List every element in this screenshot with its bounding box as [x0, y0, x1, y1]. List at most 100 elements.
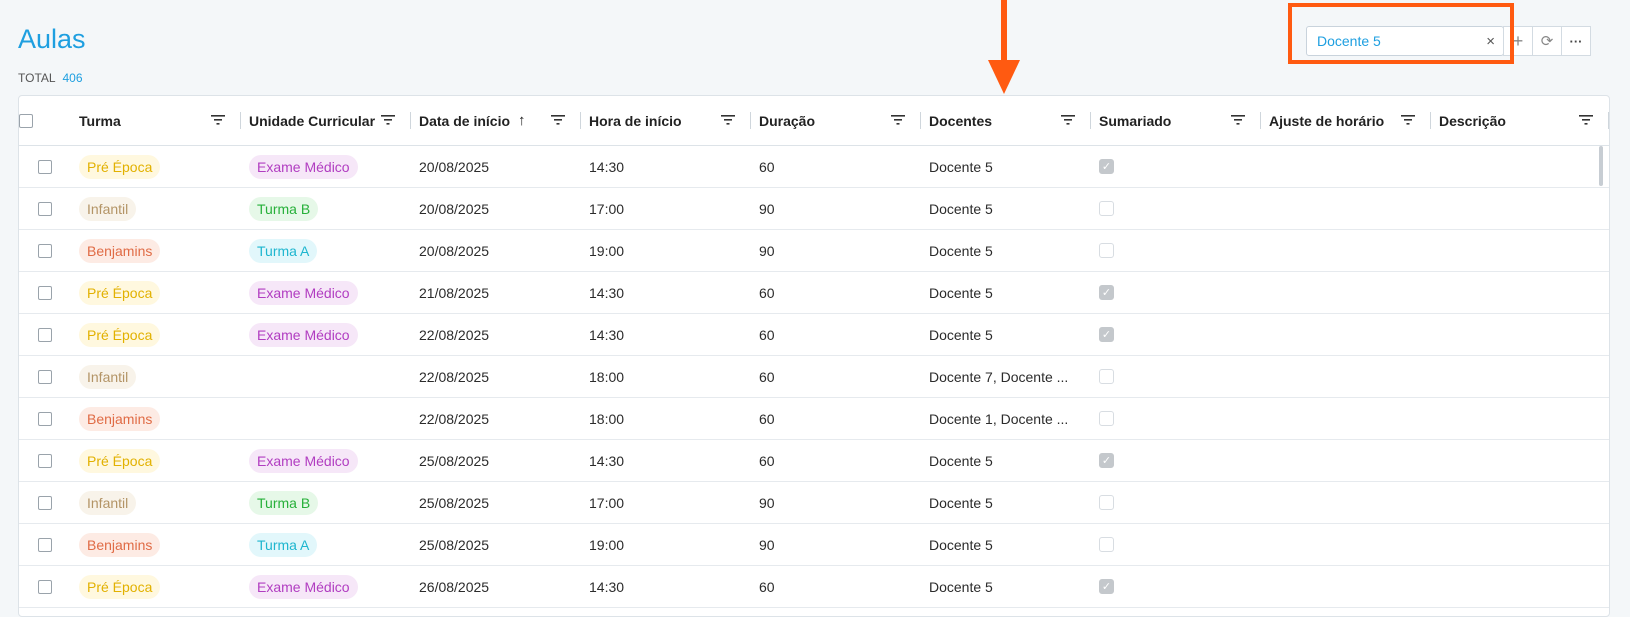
row-checkbox[interactable] [38, 201, 52, 216]
column-docentes-header[interactable]: Docentes [921, 96, 1091, 145]
date-cell: 25/08/2025 [411, 482, 581, 523]
descricao-cell [1431, 146, 1609, 187]
column-label: Data de início [419, 112, 511, 129]
row-checkbox[interactable] [38, 579, 52, 594]
time-cell: 14:30 [581, 440, 751, 481]
time-cell-value: 19:00 [589, 242, 625, 259]
uc-tag: Exame Médico [249, 448, 358, 473]
add-button[interactable]: + [1503, 26, 1533, 56]
duration-cell: 90 [751, 230, 921, 271]
column-divider[interactable] [1608, 112, 1609, 129]
row-checkbox[interactable] [38, 243, 52, 258]
search-field[interactable]: × [1306, 26, 1504, 56]
filter-icon[interactable] [721, 113, 735, 129]
table-row[interactable]: Pré Época Exame Médico 21/08/2025 14:30 60 Do… [19, 272, 1609, 314]
row-select-cell [19, 524, 71, 565]
date-cell-value: 20/08/2025 [419, 242, 490, 259]
table-row[interactable]: Infantil Turma B 20/08/2025 17:00 90 Docente … [19, 188, 1609, 230]
column-label: Duração [759, 112, 816, 129]
sumariado-cell: ✓ [1091, 314, 1261, 355]
row-checkbox[interactable] [38, 453, 52, 468]
table-row[interactable]: Pré Época Exame Médico 20/08/2025 14:30 60 Do… [19, 146, 1609, 188]
column-sumariado-header[interactable]: Sumariado [1091, 96, 1261, 145]
column-data-inicio-header[interactable]: Data de início ↑ [411, 96, 581, 145]
time-cell-value: 14:30 [589, 326, 625, 343]
row-checkbox[interactable] [38, 411, 52, 426]
select-all-checkbox[interactable] [19, 113, 33, 128]
clear-search-icon[interactable]: × [1486, 33, 1495, 50]
sumariado-checkbox [1099, 243, 1114, 258]
turma-cell: Benjamins [71, 230, 241, 271]
table-row[interactable]: Infantil 22/08/2025 18:00 60 Docente 7, Doce… [19, 356, 1609, 398]
uc-tag: Turma B [249, 196, 319, 221]
filter-icon[interactable] [1231, 113, 1245, 129]
column-hora-inicio-header[interactable]: Hora de início [581, 96, 751, 145]
row-select-cell [19, 230, 71, 271]
time-cell-value: 17:00 [589, 200, 625, 217]
time-cell-value: 14:30 [589, 284, 625, 301]
date-cell: 20/08/2025 [411, 146, 581, 187]
table-row[interactable]: Benjamins Turma A 20/08/2025 19:00 90 Docente… [19, 230, 1609, 272]
filter-icon[interactable] [1061, 113, 1075, 129]
duration-cell: 60 [751, 398, 921, 439]
column-descricao-header[interactable]: Descrição [1431, 96, 1609, 145]
sort-ascending-icon[interactable]: ↑ [518, 112, 526, 129]
filter-icon[interactable] [1579, 113, 1593, 129]
table-row[interactable]: Pré Época Exame Médico 25/08/2025 14:30 60 Do… [19, 440, 1609, 482]
ajuste-cell [1261, 146, 1431, 187]
row-checkbox[interactable] [38, 159, 52, 174]
row-checkbox[interactable] [38, 285, 52, 300]
duration-cell-value: 60 [759, 578, 775, 595]
duration-cell: 60 [751, 272, 921, 313]
duration-cell: 60 [751, 440, 921, 481]
turma-tag: Benjamins [79, 532, 161, 557]
column-turma-header[interactable]: Turma [71, 96, 241, 145]
turma-cell: Pré Época [71, 146, 241, 187]
filter-icon[interactable] [381, 113, 395, 129]
sumariado-checkbox [1099, 495, 1114, 510]
docentes-cell-value: Docente 5 [929, 536, 993, 553]
time-cell-value: 14:30 [589, 578, 625, 595]
uc-cell: Exame Médico [241, 440, 411, 481]
more-options-button[interactable]: ··· [1561, 26, 1591, 56]
ajuste-cell [1261, 524, 1431, 565]
time-cell: 14:30 [581, 314, 751, 355]
row-checkbox[interactable] [38, 327, 52, 342]
duration-cell-value: 90 [759, 242, 775, 259]
filter-icon[interactable] [891, 113, 905, 129]
uc-cell: Exame Médico [241, 566, 411, 607]
descricao-cell [1431, 356, 1609, 397]
vertical-scrollbar[interactable] [1599, 146, 1603, 186]
column-unidade-curricular-header[interactable]: Unidade Curricular [241, 96, 411, 145]
column-label: Descrição [1439, 112, 1506, 129]
uc-tag: Exame Médico [249, 154, 358, 179]
table-row[interactable]: Benjamins Turma A 25/08/2025 19:00 90 Docente… [19, 524, 1609, 566]
refresh-button[interactable]: ⟳ [1532, 26, 1562, 56]
column-label: Docentes [929, 112, 993, 129]
search-input[interactable] [1315, 32, 1483, 50]
column-ajuste-horario-header[interactable]: Ajuste de horário [1261, 96, 1431, 145]
sumariado-checkbox: ✓ [1099, 579, 1114, 594]
total-count: TOTAL 406 [18, 71, 83, 85]
time-cell: 18:00 [581, 356, 751, 397]
sumariado-checkbox [1099, 411, 1114, 426]
table-row[interactable]: Pré Época Exame Médico 26/08/2025 14:30 60 Do… [19, 566, 1609, 608]
date-cell-value: 25/08/2025 [419, 536, 490, 553]
column-duracao-header[interactable]: Duração [751, 96, 921, 145]
filter-icon[interactable] [1401, 113, 1415, 129]
turma-cell: Pré Época [71, 440, 241, 481]
time-cell: 19:00 [581, 230, 751, 271]
sumariado-cell: ✓ [1091, 566, 1261, 607]
row-checkbox[interactable] [38, 537, 52, 552]
table-row[interactable]: Infantil Turma B 25/08/2025 17:00 90 Docente … [19, 482, 1609, 524]
duration-cell: 60 [751, 146, 921, 187]
row-checkbox[interactable] [38, 495, 52, 510]
docentes-cell-value: Docente 5 [929, 284, 993, 301]
table-row[interactable]: Pré Época Exame Médico 22/08/2025 14:30 60 Do… [19, 314, 1609, 356]
duration-cell-value: 60 [759, 410, 775, 427]
turma-tag: Pré Época [79, 448, 161, 473]
row-checkbox[interactable] [38, 369, 52, 384]
table-row[interactable]: Benjamins 22/08/2025 18:00 60 Docente 1, Doc… [19, 398, 1609, 440]
filter-icon[interactable] [211, 113, 225, 129]
filter-icon[interactable] [551, 113, 565, 129]
